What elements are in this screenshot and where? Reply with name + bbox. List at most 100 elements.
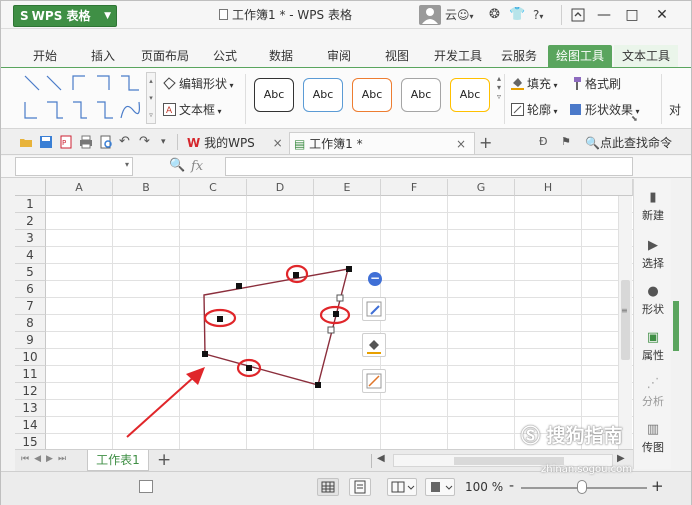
panel-collapse-handle[interactable] xyxy=(673,301,679,351)
vertical-scrollbar[interactable]: ≡ xyxy=(618,196,632,449)
minimize-button[interactable]: — xyxy=(591,1,617,29)
ribbon-separator xyxy=(245,74,246,124)
export-pdf-icon[interactable]: P xyxy=(59,135,73,149)
page-break-view-button[interactable] xyxy=(387,478,417,496)
page-layout-view-button[interactable] xyxy=(349,478,371,496)
shirt-icon[interactable]: 👕 xyxy=(509,4,525,26)
tab-insert[interactable]: 插入 xyxy=(83,45,123,67)
command-search[interactable]: 🔍点此查找命令 xyxy=(585,132,672,154)
right-panel-label: 传图 xyxy=(642,441,664,454)
zoom-out-button[interactable]: - xyxy=(509,478,514,494)
shape-effect-button[interactable]: 形状效果 ▾ xyxy=(569,100,640,120)
dialog-launcher-icon[interactable]: ⬊ xyxy=(631,114,638,123)
open-folder-icon[interactable] xyxy=(19,135,33,149)
tab-cloud-service[interactable]: 云服务 xyxy=(497,45,541,67)
sheet-navigation-arrows[interactable]: ⏮◀▶⏭ xyxy=(21,454,71,464)
redo-icon[interactable]: ↷ xyxy=(139,135,153,149)
formula-input[interactable] xyxy=(225,157,633,176)
fill-bucket-icon xyxy=(367,340,381,354)
select-icon: ▶ xyxy=(648,238,658,253)
style-gallery-scroll[interactable]: ▴ ▾ ▿ xyxy=(494,74,504,120)
new-tab-button[interactable]: + xyxy=(479,132,492,154)
tab-my-wps[interactable]: W 我的WPS × xyxy=(187,132,287,154)
collapse-float-toolbar-icon[interactable]: − xyxy=(368,272,382,286)
shape-style-gray[interactable]: Abc xyxy=(401,78,441,112)
fill-label: 填充 xyxy=(527,77,552,91)
avatar[interactable] xyxy=(419,5,441,25)
tab-workbook1[interactable]: ▤ 工作簿1 * × xyxy=(289,132,475,154)
sheet-tab-active[interactable]: 工作表1 xyxy=(87,450,149,471)
tab-data[interactable]: 数据 xyxy=(261,45,301,67)
right-panel-analysis[interactable]: ⋰ 分析 xyxy=(634,377,672,409)
reading-mode-button[interactable] xyxy=(425,478,455,496)
shape-style-blue[interactable]: Abc xyxy=(303,78,343,112)
tab-view[interactable]: 视图 xyxy=(377,45,417,67)
pin-ribbon-button[interactable] xyxy=(565,1,591,29)
add-sheet-button[interactable]: + xyxy=(157,450,171,470)
tab-page-layout[interactable]: 页面布局 xyxy=(137,45,193,67)
outline-icon xyxy=(366,373,382,389)
right-panel-upload-image[interactable]: ▥ 传图 xyxy=(634,423,672,455)
right-panel-select[interactable]: ▶ 选择 xyxy=(634,239,672,271)
watermark-logo: Ⓢ 搜狗指南 xyxy=(521,421,623,448)
save-icon[interactable] xyxy=(39,135,53,149)
print-preview-icon[interactable] xyxy=(99,135,113,149)
shape-effect-label: 形状效果 xyxy=(585,103,634,117)
shape-style-gold[interactable]: Abc xyxy=(450,78,490,112)
gallery-scroll[interactable]: ▴ ▾ ▿ xyxy=(146,72,156,124)
edit-shape-button[interactable]: 编辑形状 ▾ xyxy=(163,74,234,94)
zoom-in-button[interactable]: + xyxy=(651,477,664,495)
scroll-left-icon[interactable]: ◀ xyxy=(377,453,385,464)
float-fill-button[interactable] xyxy=(362,333,386,357)
skin-icon[interactable]: ❂ xyxy=(489,4,500,26)
tab-developer[interactable]: 开发工具 xyxy=(431,45,485,67)
outline-label: 轮廓 xyxy=(527,103,552,117)
float-edit-shape-button[interactable] xyxy=(362,297,386,321)
undo-icon[interactable]: ↶ xyxy=(119,135,133,149)
right-panel-new[interactable]: ▮ 新建 xyxy=(634,191,672,223)
zoom-level[interactable]: 100 % xyxy=(465,480,503,494)
search-icon: 🔍 xyxy=(585,136,600,150)
chevron-down-icon: ▾ xyxy=(551,81,558,90)
cloud-account-button[interactable]: 云☺▾ xyxy=(445,4,474,26)
spreadsheet-grid[interactable]: ABCDEFGH 1 2 3 4 5 6 7 8 9 10 11 12 13 14 15 xyxy=(15,179,633,449)
float-outline-button[interactable] xyxy=(362,369,386,393)
fill-button[interactable]: 填充 ▾ xyxy=(511,74,558,94)
d-icon[interactable]: Ð xyxy=(539,135,553,149)
fx-icon[interactable]: fx xyxy=(191,159,203,174)
close-button[interactable]: ✕ xyxy=(649,1,675,29)
print-icon[interactable] xyxy=(79,135,93,149)
maximize-button[interactable]: □ xyxy=(619,1,645,29)
name-box[interactable]: ▾ xyxy=(15,157,133,176)
close-tab-icon[interactable]: × xyxy=(273,136,283,150)
tab-start[interactable]: 开始 xyxy=(25,45,65,67)
line-shape-gallery[interactable] xyxy=(21,72,143,124)
tab-text-tools[interactable]: 文本工具 xyxy=(614,45,678,67)
smile-icon: ☺ xyxy=(457,8,470,22)
format-painter-button[interactable]: 格式刷 xyxy=(569,74,621,94)
outline-button[interactable]: 轮廓 ▾ xyxy=(511,100,558,120)
scrollbar-thumb[interactable] xyxy=(621,280,630,360)
tab-review[interactable]: 审阅 xyxy=(319,45,359,67)
tab-formula[interactable]: 公式 xyxy=(205,45,245,67)
flag-icon[interactable]: ⚑ xyxy=(561,135,575,149)
wps-app-menu-button[interactable]: S WPS 表格 ▼ xyxy=(13,5,117,27)
tab-drawing-tools[interactable]: 绘图工具 xyxy=(548,45,612,67)
textbox-button[interactable]: A 文本框 ▾ xyxy=(163,100,222,120)
right-panel-property[interactable]: ▣ 属性 xyxy=(634,331,672,363)
format-painter-label: 格式刷 xyxy=(585,77,622,91)
macro-record-icon[interactable] xyxy=(139,480,153,493)
right-panel-shape[interactable]: ● 形状 xyxy=(634,285,672,317)
align-overflow-button[interactable]: 对 xyxy=(669,100,681,120)
zoom-slider-thumb[interactable] xyxy=(577,480,587,494)
customize-qa-icon[interactable]: ▾ xyxy=(161,135,175,149)
normal-view-button[interactable] xyxy=(317,478,339,496)
scroll-right-icon[interactable]: ▶ xyxy=(617,453,625,464)
shape-style-black[interactable]: Abc xyxy=(254,78,294,112)
connector-shapes-icon xyxy=(24,75,140,119)
close-tab-icon[interactable]: × xyxy=(456,133,466,155)
help-button[interactable]: ?▾ xyxy=(533,4,543,26)
zoom-search-icon[interactable]: 🔍 xyxy=(169,158,185,173)
user-avatar-icon xyxy=(422,8,438,24)
shape-style-orange[interactable]: Abc xyxy=(352,78,392,112)
